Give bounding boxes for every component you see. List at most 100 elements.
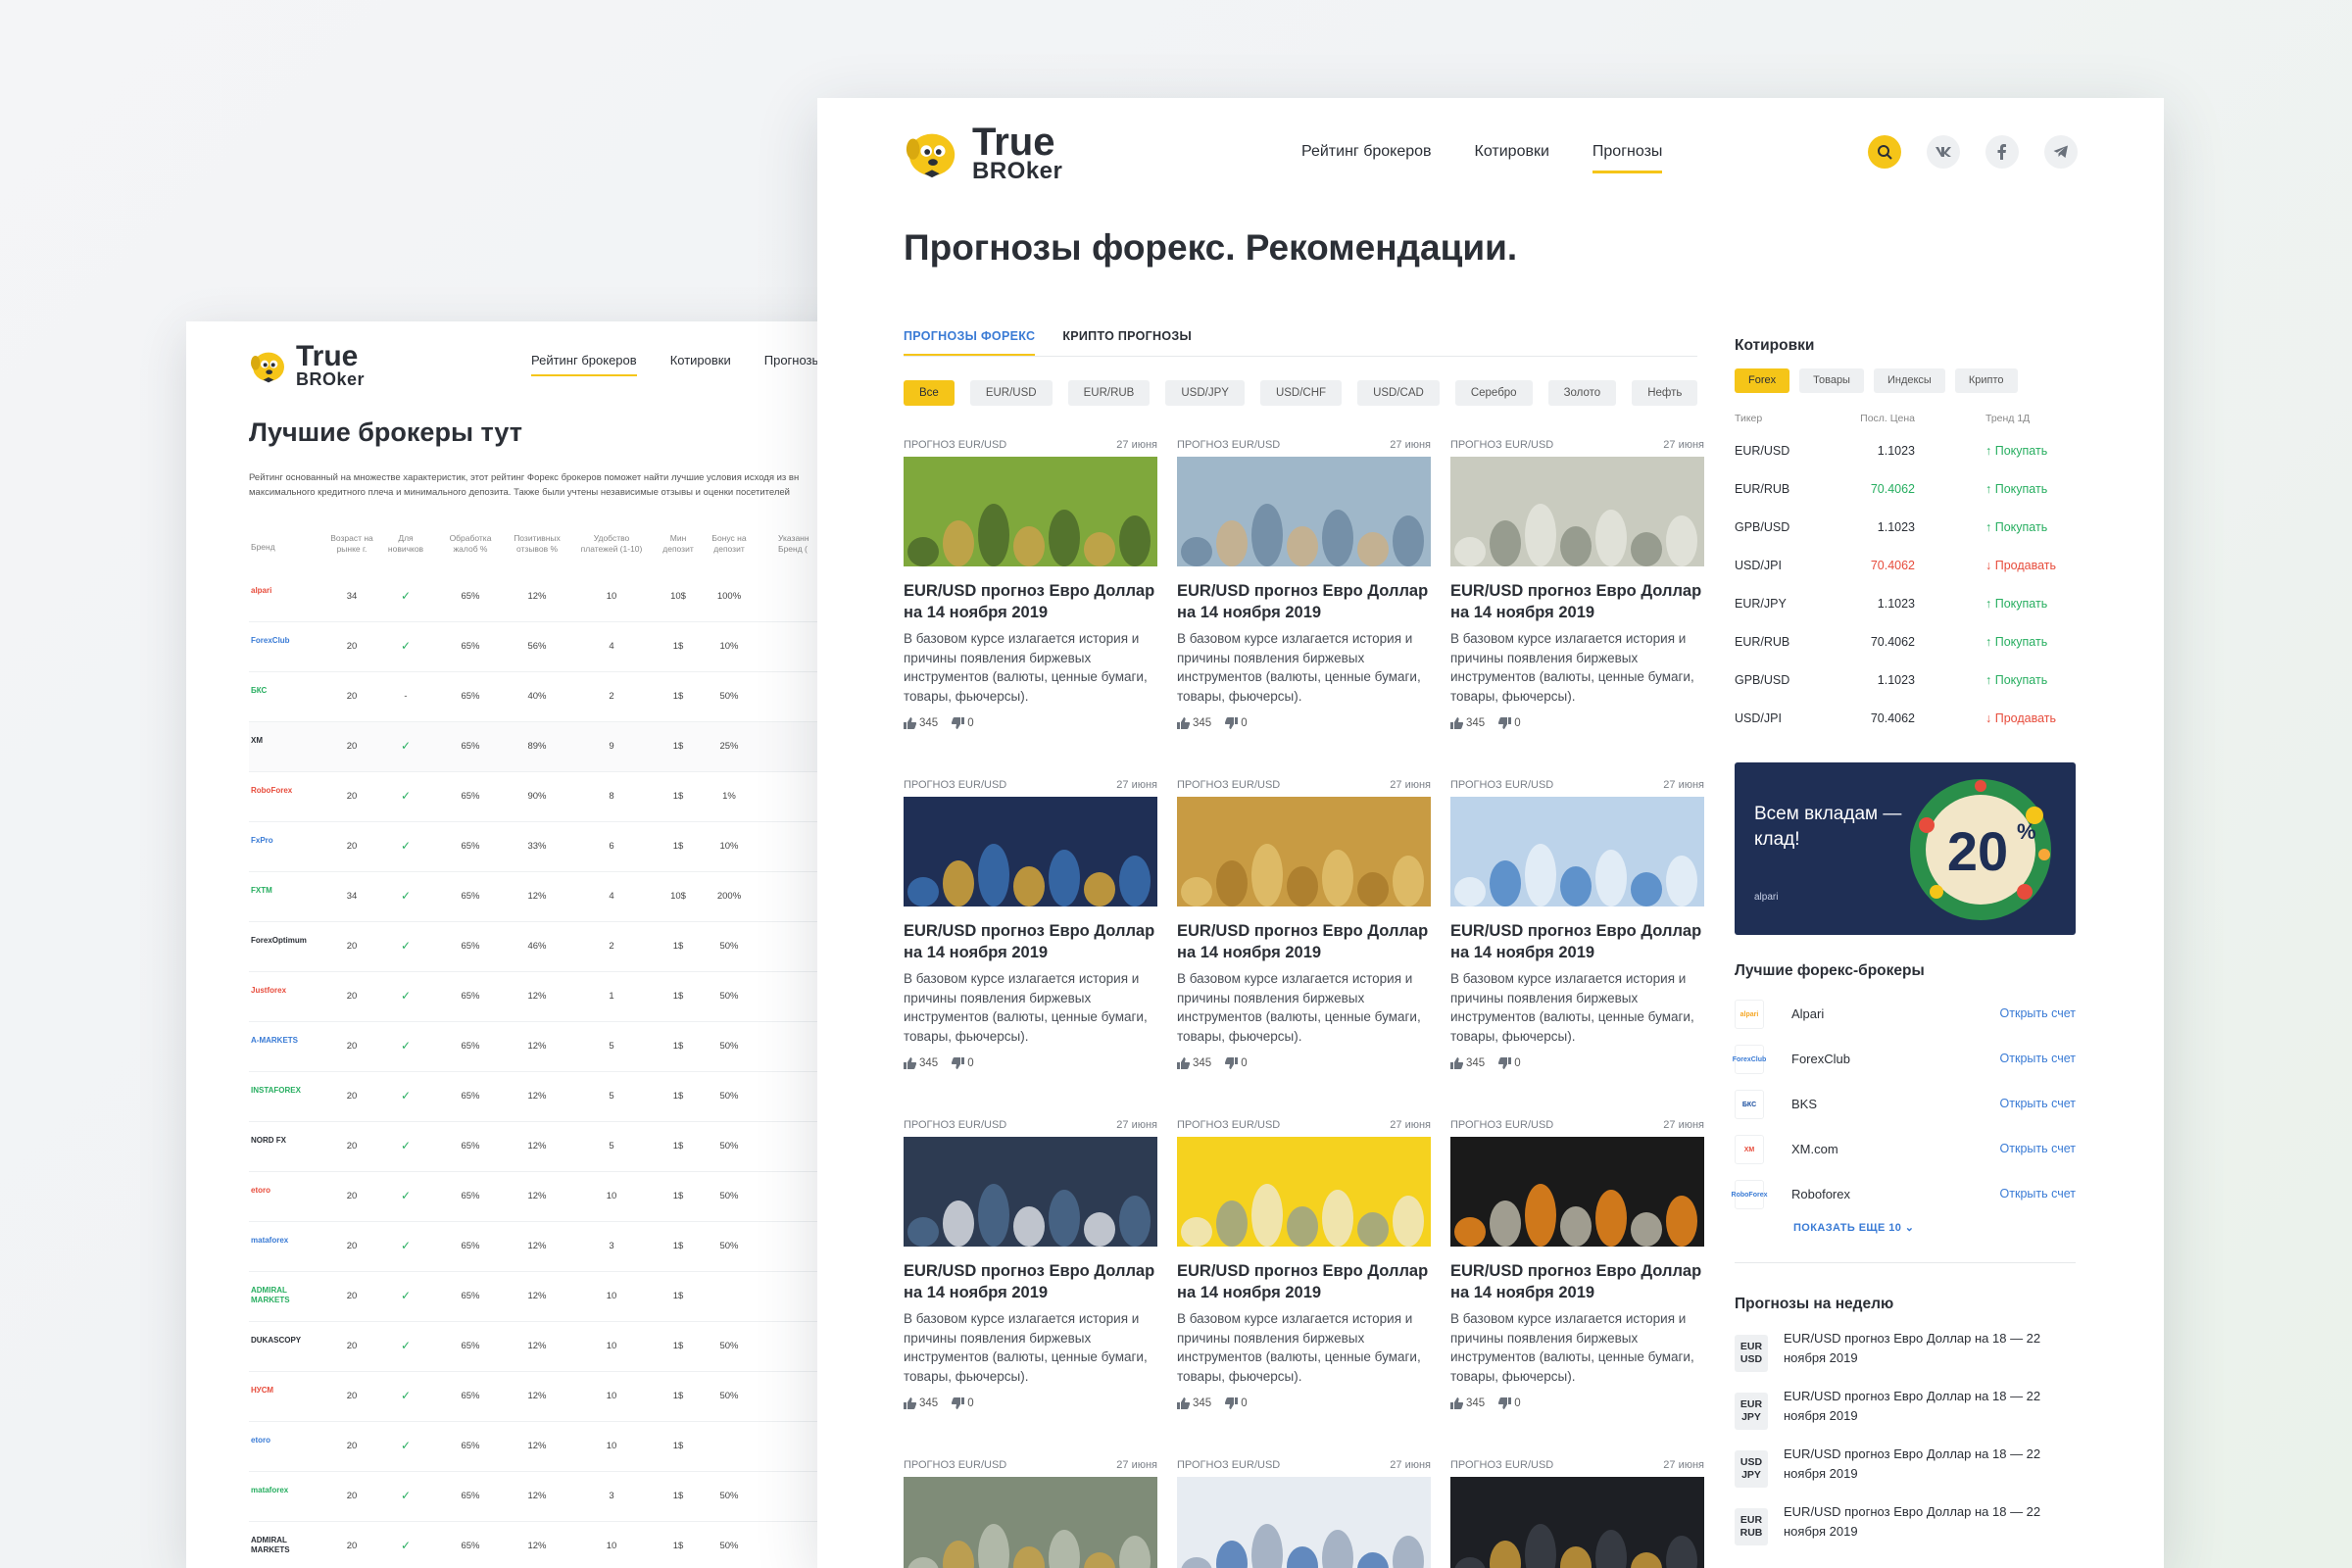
coins-chart-image[interactable] xyxy=(904,797,1157,906)
broker-logo[interactable]: ADMIRAL MARKETS xyxy=(251,1286,314,1305)
forecast-card[interactable]: ПРОГНОЗ EUR/USD 27 июня EUR/USD прогноз Ев… xyxy=(1450,779,1704,1069)
card-title[interactable]: EUR/USD прогноз Евро Доллар на 14 ноября… xyxy=(1177,580,1431,623)
burning-money-image[interactable] xyxy=(1450,1137,1704,1247)
filter-chip[interactable]: USD/CHF xyxy=(1259,380,1343,406)
show-more-button[interactable]: ПОКАЗАТЬ ЕЩЕ 10 ⌄ xyxy=(1793,1221,2134,1234)
weekly-forecast-item[interactable]: USD JPY EUR/USD прогноз Евро Доллар на 18 … xyxy=(1735,1445,2076,1502)
quotes-tab[interactable]: Крипто xyxy=(1954,368,2018,393)
site-logo[interactable]: True BROker xyxy=(249,342,365,388)
site-logo[interactable]: True BROker xyxy=(904,122,1062,183)
broker-logo[interactable]: FxPro xyxy=(251,836,314,846)
table-row[interactable]: Justforex 20 65% 12% 1 1$ 50% ✓ xyxy=(249,972,862,1022)
nav-broker-rating[interactable]: Рейтинг брокеров xyxy=(1301,143,1432,173)
broker-logo[interactable]: ADMIRAL MARKETS xyxy=(251,1536,314,1555)
table-row[interactable]: FXTM 34 65% 12% 4 10$ 200% ✓ xyxy=(249,872,862,922)
forecast-card[interactable]: ПРОГНОЗ EUR/USD 27 июня xyxy=(904,1459,1157,1568)
card-title[interactable]: EUR/USD прогноз Евро Доллар на 14 ноября… xyxy=(904,580,1157,623)
open-account-link[interactable]: Открыть счет xyxy=(2000,1097,2076,1110)
broker-logo[interactable]: БКС xyxy=(251,686,314,696)
table-row[interactable]: ADMIRAL MARKETS 20 65% 12% 10 1$ ✓ xyxy=(249,1272,862,1322)
open-account-link[interactable]: Открыть счет xyxy=(2000,1052,2076,1065)
nav-broker-rating[interactable]: Рейтинг брокеров xyxy=(531,353,637,376)
filter-chip[interactable]: Серебро xyxy=(1454,380,1533,406)
like-button[interactable]: 345 xyxy=(904,1057,938,1069)
forecast-card[interactable]: ПРОГНОЗ EUR/USD 27 июня xyxy=(1177,1459,1431,1568)
plants-coins-image[interactable] xyxy=(904,457,1157,566)
alpari-ad-banner[interactable]: Всем вкладам — клад! 20 % alpari xyxy=(1735,762,2076,935)
broker-logo[interactable]: alpari xyxy=(1735,1000,1764,1029)
col-novice[interactable]: Для новичков xyxy=(386,533,425,555)
broker-logo[interactable]: alpari xyxy=(251,586,314,596)
card-title[interactable]: EUR/USD прогноз Евро Доллар на 14 ноября… xyxy=(1177,1260,1431,1303)
card-category[interactable]: ПРОГНОЗ EUR/USD xyxy=(1450,1459,1553,1475)
dislike-button[interactable]: 0 xyxy=(1498,1397,1521,1409)
weekly-forecast-item[interactable]: EUR JPY EUR/USD прогноз Евро Доллар на 18 … xyxy=(1735,1387,2076,1445)
quotes-tab[interactable]: Forex xyxy=(1735,368,1790,393)
filter-chip[interactable]: EUR/USD xyxy=(969,380,1053,406)
forecast-card[interactable]: ПРОГНОЗ EUR/USD 27 июня EUR/USD прогноз Ев… xyxy=(1177,439,1431,729)
col-payments[interactable]: Удобство платежей (1-10) xyxy=(580,533,643,555)
like-button[interactable]: 345 xyxy=(904,1397,938,1409)
card-title[interactable]: EUR/USD прогноз Евро Доллар на 14 ноября… xyxy=(1450,920,1704,963)
col-positive[interactable]: Позитивных отзывов % xyxy=(506,533,568,555)
open-account-link[interactable]: Открыть счет xyxy=(2000,1006,2076,1020)
forecast-card[interactable]: ПРОГНОЗ EUR/USD 27 июня EUR/USD прогноз Ев… xyxy=(1177,779,1431,1069)
forecast-card[interactable]: ПРОГНОЗ EUR/USD 27 июня EUR/USD прогноз Ев… xyxy=(1177,1119,1431,1409)
broker-logo[interactable]: RoboForex xyxy=(251,786,314,796)
table-row[interactable]: alpari 34 65% 12% 10 10$ 100% ✓ xyxy=(249,572,862,622)
like-button[interactable]: 345 xyxy=(1177,1397,1211,1409)
open-account-link[interactable]: Открыть счет xyxy=(2000,1187,2076,1200)
table-row[interactable]: ADMIRAL MARKETS 20 65% 12% 10 1$ 50% ✓ xyxy=(249,1522,862,1568)
yellow-money-jar-image[interactable] xyxy=(1177,1137,1431,1247)
table-row[interactable]: FxPro 20 65% 33% 6 1$ 10% ✓ xyxy=(249,822,862,872)
card-title[interactable]: EUR/USD прогноз Евро Доллар на 14 ноября… xyxy=(904,1260,1157,1303)
broker-logo[interactable]: DUKASCOPY xyxy=(251,1336,314,1346)
forecast-card[interactable]: ПРОГНОЗ EUR/USD 27 июня xyxy=(1450,1459,1704,1568)
col-bonus[interactable]: Бонус на депозит xyxy=(708,533,751,555)
card-category[interactable]: ПРОГНОЗ EUR/USD xyxy=(1450,1119,1553,1135)
filter-chip[interactable]: Нефть xyxy=(1632,380,1698,406)
gold-coins-image[interactable] xyxy=(1177,797,1431,906)
open-account-link[interactable]: Открыть счет xyxy=(2000,1142,2076,1155)
broker-logo[interactable]: mataforex xyxy=(251,1236,314,1246)
quote-row[interactable]: EUR/RUB 70.4062 ↑ Покупать xyxy=(1735,470,2076,509)
col-complaints[interactable]: Обработка жалоб % xyxy=(443,533,498,555)
table-row[interactable]: ForexOptimum 20 65% 46% 2 1$ 50% ✓ xyxy=(249,922,862,972)
quote-row[interactable]: USD/JPI 70.4062 ↓ Продавать xyxy=(1735,547,2076,585)
like-button[interactable]: 345 xyxy=(1450,1397,1485,1409)
broker-logo[interactable]: etoro xyxy=(251,1186,314,1196)
card-title[interactable]: EUR/USD прогноз Евро Доллар на 14 ноября… xyxy=(1177,920,1431,963)
calculator-desk-image[interactable] xyxy=(1177,1477,1431,1568)
card-title[interactable]: EUR/USD прогноз Евро Доллар на 14 ноября… xyxy=(1450,1260,1704,1303)
broker-logo[interactable]: ForexClub xyxy=(1733,1045,1766,1074)
broker-name[interactable]: Alpari xyxy=(1791,1006,1824,1021)
card-title[interactable]: EUR/USD прогноз Евро Доллар на 14 ноября… xyxy=(904,920,1157,963)
facebook-button[interactable] xyxy=(1985,135,2019,169)
broker-logo[interactable]: БКС xyxy=(1735,1090,1764,1119)
filter-chip[interactable]: Все xyxy=(904,380,955,406)
like-button[interactable]: 345 xyxy=(1450,717,1485,729)
quote-row[interactable]: USD/JPI 70.4062 ↓ Продавать xyxy=(1735,700,2076,738)
quote-row[interactable]: EUR/USD 1.1023 ↑ Покупать xyxy=(1735,432,2076,470)
broker-logo[interactable]: INSTAFOREX xyxy=(251,1086,314,1096)
broker-logo[interactable]: etoro xyxy=(251,1436,314,1446)
quote-row[interactable]: GPB/USD 1.1023 ↑ Покупать xyxy=(1735,662,2076,700)
card-category[interactable]: ПРОГНОЗ EUR/USD xyxy=(904,779,1006,795)
broker-name[interactable]: Roboforex xyxy=(1791,1187,1850,1201)
forecast-card[interactable]: ПРОГНОЗ EUR/USD 27 июня EUR/USD прогноз Ев… xyxy=(1450,439,1704,729)
col-brand[interactable]: Бренд xyxy=(251,542,275,553)
dislike-button[interactable]: 0 xyxy=(1498,717,1521,729)
dislike-button[interactable]: 0 xyxy=(1498,1057,1521,1069)
quote-row[interactable]: GPB/USD 1.1023 ↑ Покупать xyxy=(1735,509,2076,547)
broker-name[interactable]: XM.com xyxy=(1791,1142,1838,1156)
filter-chip[interactable]: Золото xyxy=(1547,380,1617,406)
dislike-button[interactable]: 0 xyxy=(1225,1397,1248,1409)
dislike-button[interactable]: 0 xyxy=(952,1397,974,1409)
table-row[interactable]: NORD FX 20 65% 12% 5 1$ 50% ✓ xyxy=(249,1122,862,1172)
card-category[interactable]: ПРОГНОЗ EUR/USD xyxy=(1450,779,1553,795)
table-row[interactable]: A-MARKETS 20 65% 12% 5 1$ 50% ✓ xyxy=(249,1022,862,1072)
forecast-card[interactable]: ПРОГНОЗ EUR/USD 27 июня EUR/USD прогноз Ев… xyxy=(904,779,1157,1069)
table-row[interactable]: БКС 20 65% 40% 2 1$ 50% - xyxy=(249,672,862,722)
coins-bokeh-image[interactable] xyxy=(1177,457,1431,566)
vk-button[interactable] xyxy=(1927,135,1960,169)
